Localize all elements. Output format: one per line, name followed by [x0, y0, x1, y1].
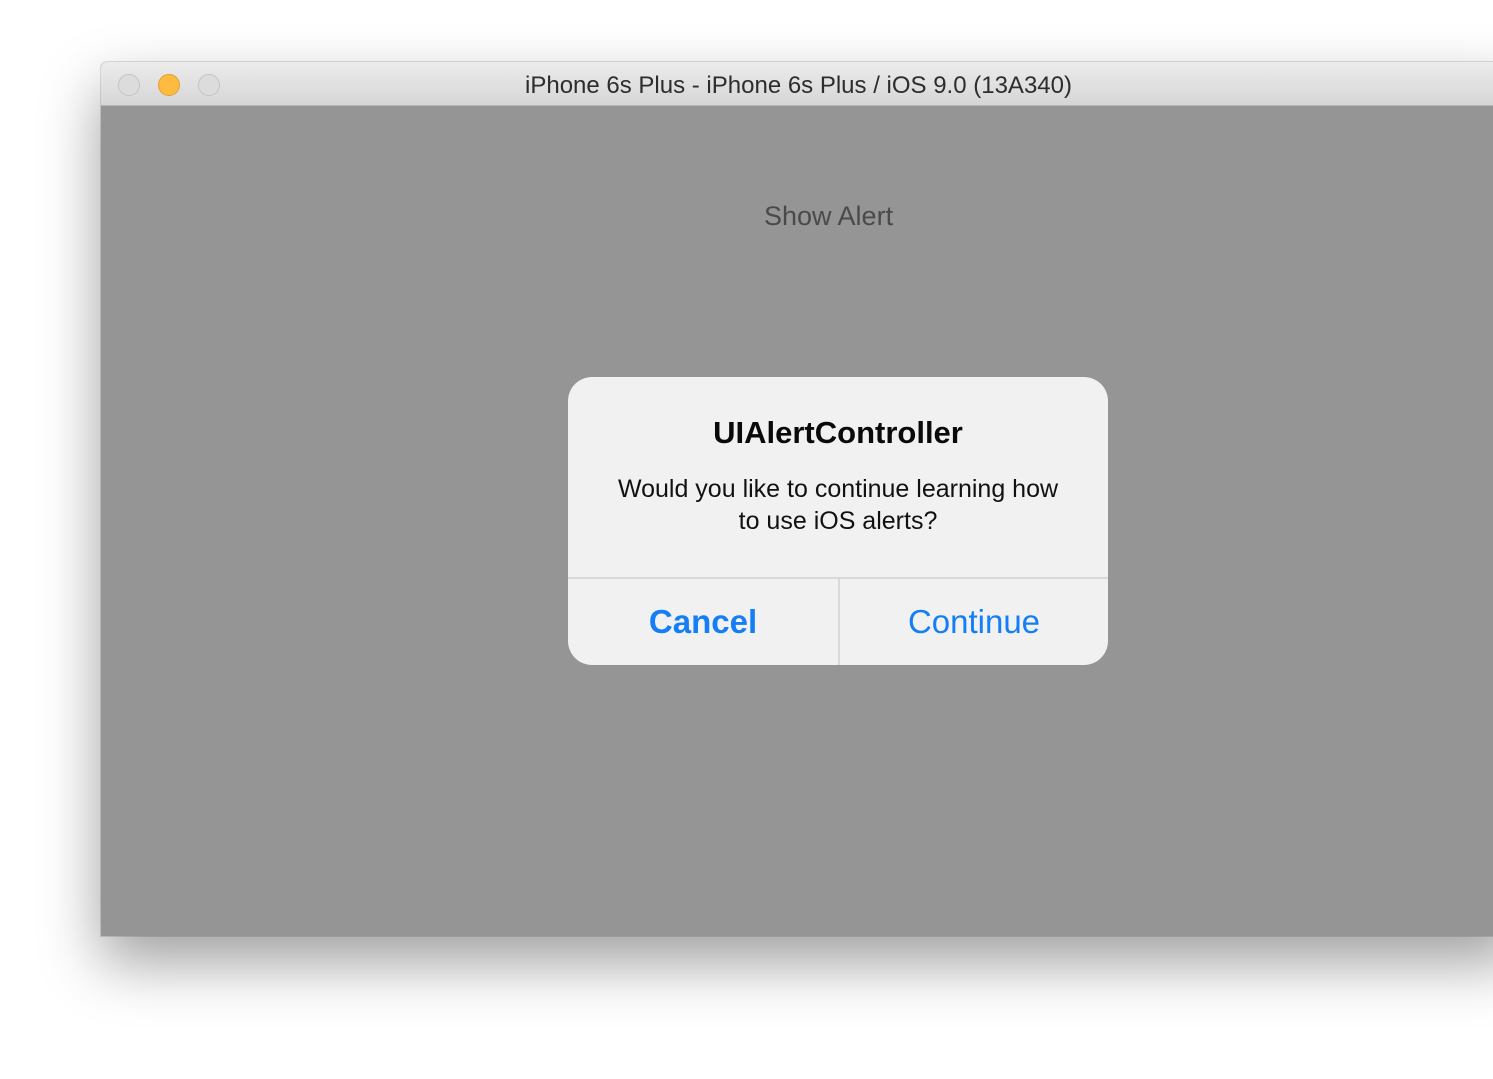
cancel-button[interactable]: Cancel [568, 579, 838, 665]
alert-message: Would you like to continue learning how … [617, 475, 1059, 535]
simulator-screen: Show Alert UIAlertController Would you l… [101, 106, 1493, 936]
show-alert-button[interactable]: Show Alert [764, 201, 893, 232]
alert-title: UIAlertController [713, 415, 963, 450]
desktop: iPhone 6s Plus - iPhone 6s Plus / iOS 9.… [0, 0, 1493, 1079]
window-title: iPhone 6s Plus - iPhone 6s Plus / iOS 9.… [525, 72, 1072, 99]
continue-button[interactable]: Continue [840, 579, 1108, 665]
zoom-icon[interactable] [198, 74, 220, 96]
simulator-window: iPhone 6s Plus - iPhone 6s Plus / iOS 9.… [101, 62, 1493, 936]
alert-dialog: UIAlertController Would you like to cont… [568, 377, 1108, 665]
window-titlebar[interactable]: iPhone 6s Plus - iPhone 6s Plus / iOS 9.… [101, 62, 1493, 106]
minimize-icon[interactable] [158, 74, 180, 96]
close-icon[interactable] [118, 74, 140, 96]
